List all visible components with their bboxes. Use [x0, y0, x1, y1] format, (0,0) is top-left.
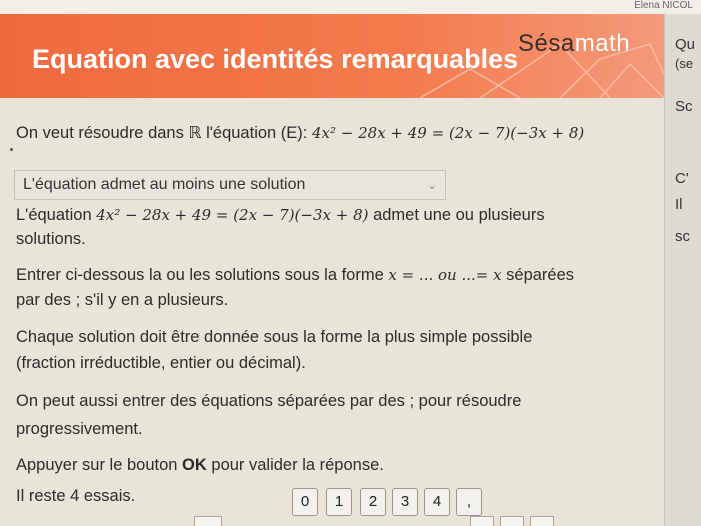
- side-item-3: Sc: [675, 98, 693, 115]
- bottom-key-partial-4[interactable]: [530, 516, 554, 526]
- key-0[interactable]: 0: [292, 488, 318, 516]
- key-2[interactable]: 2: [360, 488, 386, 516]
- instruction-1-c: séparées: [506, 266, 575, 284]
- statement-suffix: admet une ou plusieurs: [373, 206, 545, 224]
- equation: 4x² − 28x + 49 = (2x − 7)(−3x + 8): [311, 124, 585, 142]
- bottom-key-partial-3[interactable]: [500, 516, 524, 526]
- instruction-4-a: Appuyer sur le bouton: [16, 456, 178, 474]
- statement-equation: 4x² − 28x + 49 = (2x − 7)(−3x + 8): [96, 206, 369, 224]
- instruction-4-b: pour valider la réponse.: [211, 456, 384, 474]
- key-comma[interactable]: ,: [456, 488, 482, 516]
- solution-count-select[interactable]: L'équation admet au moins une solution ⌄: [14, 170, 446, 200]
- side-item-4: C': [675, 170, 689, 187]
- bottom-key-partial-1[interactable]: [194, 516, 222, 526]
- tries-remaining: Il reste 4 essais.: [16, 487, 136, 505]
- statement-line: L'équation 4x² − 28x + 49 = (2x − 7)(−3x…: [16, 206, 545, 225]
- key-1[interactable]: 1: [326, 488, 352, 516]
- side-item-1: Qu: [675, 36, 696, 53]
- bullet-dot: [10, 148, 13, 151]
- header-banner: Equation avec identités remarquables Sés…: [0, 14, 664, 98]
- instruction-2-line-2: (fraction irréductible, entier ou décima…: [16, 354, 306, 372]
- instruction-4: Appuyer sur le bouton OK pour valider la…: [16, 456, 384, 475]
- side-panel: Qu (se Sc C' Il sc: [664, 14, 701, 526]
- side-item-2: (se: [675, 56, 694, 71]
- intro-line: On veut résoudre dans ℝ l'équation (E): …: [16, 123, 584, 143]
- page-title: Equation avec identités remarquables: [32, 44, 519, 74]
- logo-suffix: math: [574, 30, 631, 57]
- top-strip: Elena NICOL: [0, 0, 701, 14]
- side-item-5: Il: [675, 196, 683, 213]
- statement-prefix: L'équation: [16, 206, 92, 224]
- bottom-key-partial-2[interactable]: [470, 516, 494, 526]
- instruction-1-line-2: par des ; s'il y en a plusieurs.: [16, 291, 229, 309]
- key-3[interactable]: 3: [392, 488, 418, 516]
- sesamath-logo: Sésamath: [518, 30, 630, 58]
- ok-keyword: OK: [182, 456, 207, 474]
- select-value: L'équation admet au moins une solution: [23, 176, 306, 193]
- instruction-1-a: Entrer ci-dessous la ou les solutions so…: [16, 266, 384, 284]
- instruction-1: Entrer ci-dessous la ou les solutions so…: [16, 266, 574, 285]
- instruction-3-line-2: progressivement.: [16, 420, 143, 438]
- instruction-1-math: x = ... ou ...= x: [388, 266, 502, 284]
- user-name: Elena NICOL: [634, 0, 693, 11]
- side-item-6: sc: [675, 228, 690, 245]
- statement-line-2: solutions.: [16, 230, 86, 248]
- key-4[interactable]: 4: [424, 488, 450, 516]
- logo-prefix: Sésa: [518, 30, 575, 57]
- instruction-3-line-1: On peut aussi entrer des équations sépar…: [16, 392, 522, 410]
- instruction-2-line-1: Chaque solution doit être donnée sous la…: [16, 328, 533, 346]
- intro-text: On veut résoudre dans ℝ l'équation (E):: [16, 124, 308, 142]
- chevron-down-icon: ⌄: [426, 178, 437, 192]
